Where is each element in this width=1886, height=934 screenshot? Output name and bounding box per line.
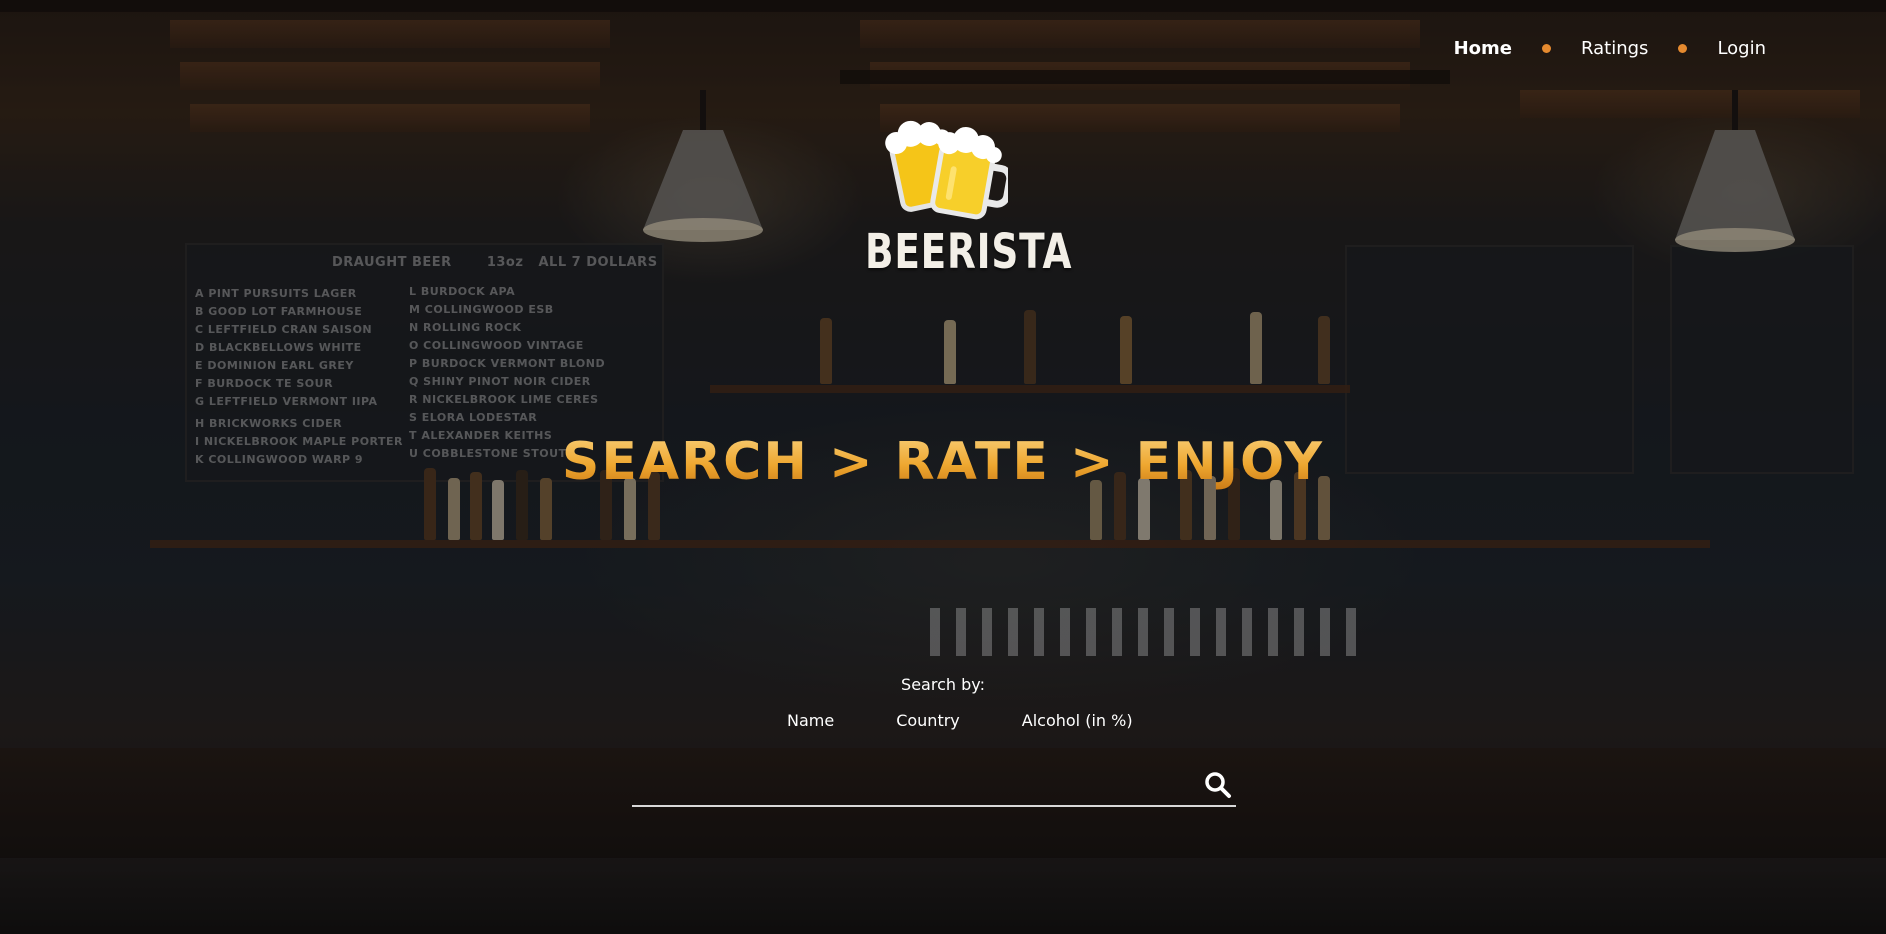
search-option-name[interactable]: Name — [787, 711, 834, 730]
search-field — [632, 765, 1236, 807]
nav-separator-dot — [1542, 44, 1552, 53]
beer-mugs-icon — [885, 120, 1008, 220]
nav-separator-dot — [1678, 44, 1688, 53]
nav-home-link[interactable]: Home — [1454, 38, 1512, 59]
brand-name: BEERISTA — [865, 224, 1073, 280]
nav-ratings-link[interactable]: Ratings — [1581, 38, 1648, 59]
search-option-alcohol[interactable]: Alcohol (in %) — [1022, 711, 1133, 730]
search-icon[interactable] — [1204, 771, 1232, 799]
search-options: Name Country Alcohol (in %) — [787, 711, 1133, 730]
nav-login-link[interactable]: Login — [1717, 38, 1766, 59]
brand-logo[interactable]: BEERISTA — [843, 108, 1073, 280]
main-nav: Home Ratings Login — [1454, 38, 1766, 59]
hero-section: DRAUGHT BEER 13oz ALL 7 DOLLARS A PINT P… — [0, 0, 1886, 934]
search-by-label: Search by: — [901, 675, 985, 694]
search-option-country[interactable]: Country — [896, 711, 960, 730]
search-input[interactable] — [632, 765, 1196, 805]
hero-tagline: SEARCH > RATE > ENJOY — [0, 432, 1886, 492]
